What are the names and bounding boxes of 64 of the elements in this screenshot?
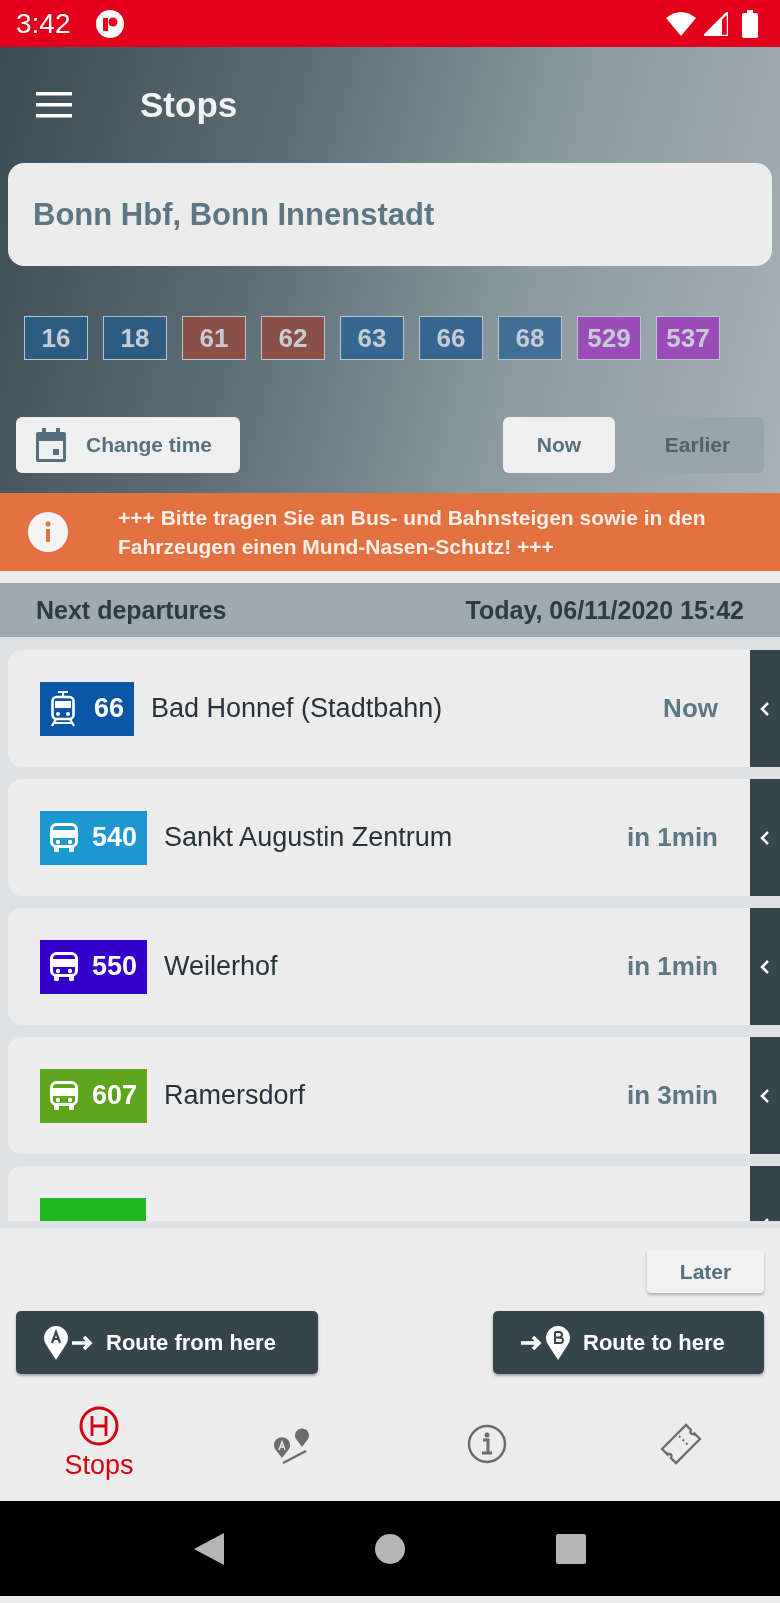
line-chip[interactable]: 16: [24, 316, 88, 360]
bus-icon: [50, 1080, 78, 1111]
line-chip[interactable]: 66: [419, 316, 483, 360]
bus-icon: [50, 951, 78, 982]
departure-time: Now: [663, 693, 718, 724]
line-chip[interactable]: 18: [103, 316, 167, 360]
line-badge: 540: [40, 810, 148, 865]
stop-sign-icon: [79, 1406, 119, 1446]
line-chip[interactable]: 62: [261, 316, 325, 360]
departure-card[interactable]: 550 Weilerhof in 1min: [8, 908, 750, 1025]
line-badge: 550: [40, 939, 148, 994]
departure-card[interactable]: 540 Sankt Augustin Zentrum in 1min: [8, 779, 750, 896]
later-button[interactable]: Later: [647, 1250, 764, 1293]
line-chip[interactable]: 61: [182, 316, 246, 360]
destination-text: Ramersdorf: [164, 1080, 307, 1111]
expand-tab[interactable]: [750, 650, 780, 767]
home-icon[interactable]: [375, 1533, 405, 1564]
departure-card[interactable]: 607 Ramersdorf in 3min: [8, 1037, 750, 1154]
departure-card[interactable]: 66 Bad Honnef (Stadtbahn) Now: [8, 650, 750, 767]
date-time: Today, 06/11/2020 15:42: [465, 595, 744, 625]
line-badge: 66: [40, 681, 134, 736]
chevron-left-icon: [760, 958, 770, 975]
departure-time: in 1min: [627, 951, 718, 982]
clock-time: 3:42: [16, 7, 71, 40]
route-to-button[interactable]: Route to here: [493, 1311, 764, 1374]
route-from-button[interactable]: Route from here: [16, 1311, 318, 1374]
app-notification-icon: [94, 8, 125, 39]
info-icon: [28, 512, 68, 552]
expand-tab[interactable]: [750, 908, 780, 1025]
line-chip[interactable]: 537: [656, 316, 720, 360]
back-icon[interactable]: [193, 1532, 224, 1565]
bus-icon: [50, 822, 78, 853]
line-badge: 607: [40, 1068, 148, 1123]
now-button[interactable]: Now: [503, 417, 615, 473]
nav-tab[interactable]: Stops: [2, 1386, 196, 1501]
tram-icon: [50, 690, 76, 727]
chevron-left-icon: [760, 1087, 770, 1104]
departure-time: in 3min: [627, 1080, 718, 1111]
change-time-button[interactable]: Change time: [16, 417, 240, 473]
expand-tab[interactable]: [750, 1037, 780, 1154]
stop-field[interactable]: Bonn Hbf, Bonn Innenstadt: [8, 163, 772, 266]
signal-icon: [704, 11, 728, 36]
recents-icon[interactable]: [556, 1533, 587, 1564]
calendar-icon: [36, 428, 66, 462]
destination-text: Weilerhof: [164, 951, 279, 982]
notice-text: +++ Bitte tragen Sie an Bus- und Bahnsteigen sowie in den Fahrzeugen einen Mund-Nasen-Schutz! +++: [118, 505, 707, 560]
line-chip[interactable]: 529: [577, 316, 641, 360]
expand-tab[interactable]: [750, 779, 780, 896]
arrow-pin-icon: [521, 1325, 571, 1360]
section-title: Next departures: [36, 595, 227, 625]
menu-icon[interactable]: [36, 92, 72, 118]
wifi-icon: [666, 11, 696, 36]
destination-text: Sankt Augustin Zentrum: [164, 822, 454, 853]
line-chip[interactable]: 68: [498, 316, 562, 360]
destination-text: Bad Honnef (Stadtbahn): [151, 693, 444, 724]
ticket-icon: [660, 1422, 702, 1465]
info-icon: [467, 1423, 507, 1464]
battery-icon: [742, 9, 758, 38]
screen-title: Stops: [140, 85, 238, 125]
line-chip[interactable]: 63: [340, 316, 404, 360]
pin-arrow-icon: [44, 1325, 94, 1360]
departure-time: in 1min: [627, 822, 718, 853]
chevron-left-icon: [760, 829, 770, 846]
chevron-left-icon: [760, 700, 770, 717]
